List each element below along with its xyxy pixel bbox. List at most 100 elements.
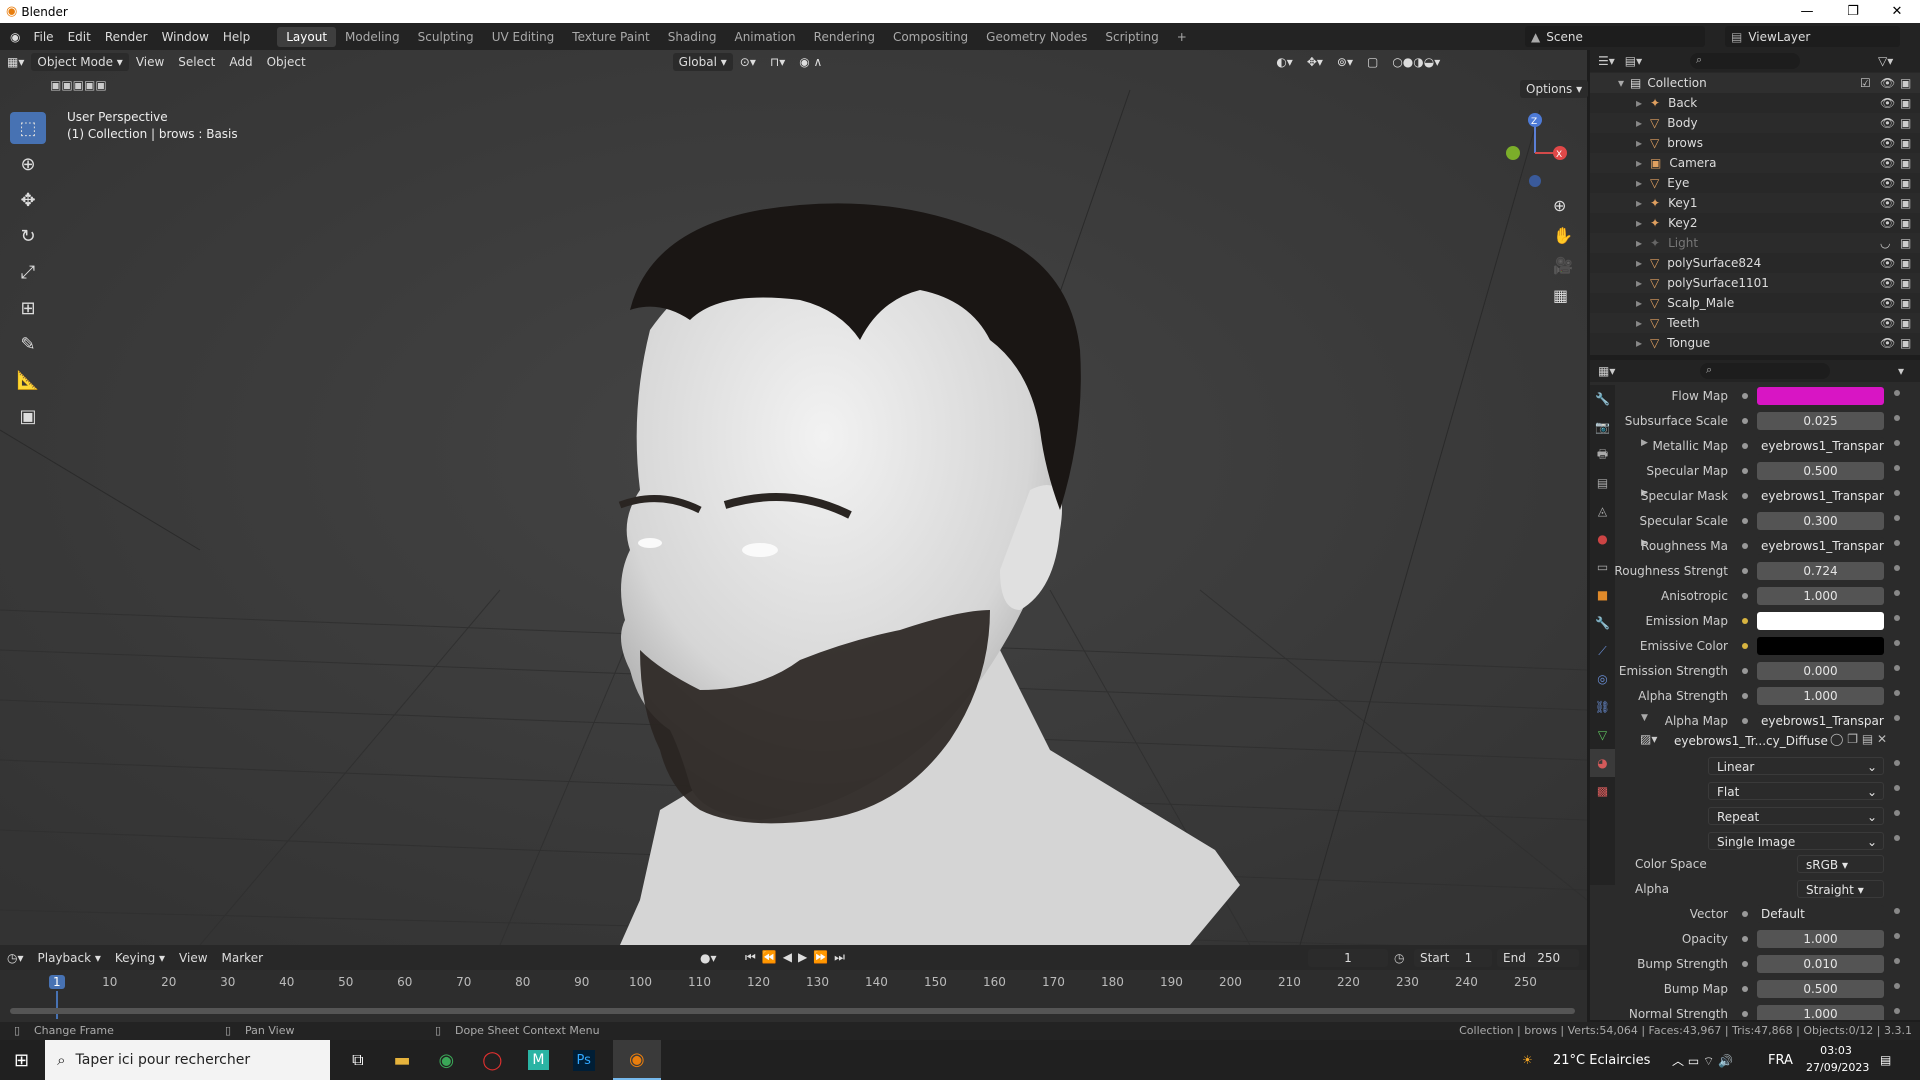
output-tab-icon[interactable]: 🖶 xyxy=(1590,441,1615,469)
eye-icon[interactable]: 👁 xyxy=(1880,156,1895,170)
tab-animation[interactable]: Animation xyxy=(725,27,804,47)
camera-view-icon[interactable]: 🎥 xyxy=(1553,256,1573,275)
keyframe-dot-icon[interactable] xyxy=(1894,540,1900,546)
editor-type-icon[interactable]: ▦▾ xyxy=(0,55,31,69)
eye-icon[interactable]: 👁 xyxy=(1880,216,1895,230)
eye-icon[interactable]: 👁 xyxy=(1880,256,1895,270)
render-camera-icon[interactable]: ▣ xyxy=(1900,176,1911,190)
image-actions-icon[interactable]: ◯ ❐ ▤ ✕ xyxy=(1830,732,1887,746)
outliner-item-body[interactable]: ▸ ▽ Body 👁 ▣ xyxy=(1590,113,1920,133)
outliner-item-back[interactable]: ▸ ✦ Back 👁 ▣ xyxy=(1590,93,1920,113)
socket-dot-icon[interactable] xyxy=(1742,911,1748,917)
maya-icon[interactable]: M xyxy=(528,1050,549,1070)
render-camera-icon[interactable]: ▣ xyxy=(1900,76,1911,90)
socket-dot-icon[interactable] xyxy=(1742,393,1748,399)
keyframe-dot-icon[interactable] xyxy=(1894,690,1900,696)
expand-arrow-icon[interactable]: ▸ xyxy=(1636,216,1642,230)
eye-icon[interactable]: 👁 xyxy=(1880,336,1895,350)
expand-arrow-icon[interactable]: ▸ xyxy=(1636,256,1642,270)
clock-time[interactable]: 03:03 xyxy=(1806,1044,1866,1057)
keyframe-dot-icon[interactable] xyxy=(1894,933,1900,939)
render-camera-icon[interactable]: ▣ xyxy=(1900,216,1911,230)
ortho-grid-icon[interactable]: ▦ xyxy=(1553,286,1568,305)
texture-tab-icon[interactable]: ▩ xyxy=(1590,777,1615,805)
numeric-field[interactable]: 0.000 xyxy=(1757,662,1884,680)
image-name-field[interactable]: eyebrows1_Tr...cy_Diffuse.png xyxy=(1670,732,1828,750)
task-view-icon[interactable]: ⧉ xyxy=(352,1050,363,1070)
scene-tab-icon[interactable]: ◬ xyxy=(1590,497,1615,525)
outliner-item-camera[interactable]: ▸ ▣ Camera 👁 ▣ xyxy=(1590,153,1920,173)
keyframe-dot-icon[interactable] xyxy=(1894,490,1900,496)
numeric-field[interactable]: 1.000 xyxy=(1757,587,1884,605)
expand-arrow-icon[interactable]: ▸ xyxy=(1636,236,1642,250)
pan-hand-icon[interactable]: ✋ xyxy=(1553,226,1573,245)
collection-tab-icon[interactable]: ▭ xyxy=(1590,553,1615,581)
numeric-field[interactable]: 0.010 xyxy=(1757,955,1884,973)
socket-dot-icon[interactable] xyxy=(1742,468,1748,474)
keyframe-dot-icon[interactable] xyxy=(1894,415,1900,421)
texture-field[interactable]: eyebrows1_Transparen... xyxy=(1757,537,1884,555)
tab-rendering[interactable]: Rendering xyxy=(805,27,884,47)
texture-field[interactable]: eyebrows1_Transparen... xyxy=(1757,712,1884,730)
options-button[interactable]: Options ▾ xyxy=(1520,80,1589,98)
socket-dot-icon[interactable] xyxy=(1742,618,1748,624)
keyframe-dot-icon[interactable] xyxy=(1894,440,1900,446)
keyframe-dot-icon[interactable] xyxy=(1894,615,1900,621)
socket-dot-icon[interactable] xyxy=(1742,418,1748,424)
image-browse-icon[interactable]: ▨▾ xyxy=(1640,732,1657,746)
socket-dot-icon[interactable] xyxy=(1742,443,1748,449)
socket-dot-icon[interactable] xyxy=(1742,1011,1748,1017)
expand-arrow-icon[interactable]: ▸ xyxy=(1636,296,1642,310)
clock-date[interactable]: 27/09/2023 xyxy=(1806,1061,1869,1074)
pivot-icon[interactable]: ⊙▾ xyxy=(733,55,763,69)
timeline-menu-keying[interactable]: Keying ▾ xyxy=(108,951,172,965)
add-cube-tool-icon[interactable]: ▣ xyxy=(10,400,46,432)
tab-texture-paint[interactable]: Texture Paint xyxy=(563,27,658,47)
file-explorer-icon[interactable]: ▬ xyxy=(394,1050,411,1071)
image-option-dropdown[interactable]: Linear ⌄ xyxy=(1708,757,1884,775)
tab-shading[interactable]: Shading xyxy=(659,27,726,47)
expand-arrow-icon[interactable]: ▸ xyxy=(1636,136,1642,150)
outliner-item-eye[interactable]: ▸ ▽ Eye 👁 ▣ xyxy=(1590,173,1920,193)
outliner-item-key1[interactable]: ▸ ✦ Key1 👁 ▣ xyxy=(1590,193,1920,213)
eye-icon[interactable]: 👁 xyxy=(1880,296,1895,310)
socket-dot-icon[interactable] xyxy=(1742,493,1748,499)
end-frame-field[interactable]: End 250 xyxy=(1497,948,1579,967)
add-workspace-button[interactable]: + xyxy=(1168,27,1196,47)
tab-layout[interactable]: Layout xyxy=(277,26,337,47)
keyframe-dot-icon[interactable] xyxy=(1894,590,1900,596)
maximize-button[interactable]: ❐ xyxy=(1830,0,1876,23)
properties-editor-icon[interactable]: ▦▾ xyxy=(1598,364,1615,378)
keyframe-dot-icon[interactable] xyxy=(1894,565,1900,571)
viewport-menu-object[interactable]: Object xyxy=(260,55,313,69)
outliner-item-scalp_male[interactable]: ▸ ▽ Scalp_Male 👁 ▣ xyxy=(1590,293,1920,313)
tab-geometry-nodes[interactable]: Geometry Nodes xyxy=(977,27,1096,47)
render-camera-icon[interactable]: ▣ xyxy=(1900,136,1911,150)
filter-icon[interactable]: ▽▾ xyxy=(1878,54,1893,68)
timeline-menu-marker[interactable]: Marker xyxy=(215,951,270,965)
eye-icon[interactable]: 👁 xyxy=(1880,76,1895,90)
expand-arrow-icon[interactable]: ▸ xyxy=(1636,316,1642,330)
socket-dot-icon[interactable] xyxy=(1742,718,1748,724)
start-frame-field[interactable]: Start 1 xyxy=(1414,948,1492,967)
playhead-line[interactable] xyxy=(56,991,58,1019)
menu-file[interactable]: File xyxy=(26,30,60,44)
viewport-menu-select[interactable]: Select xyxy=(171,55,222,69)
viewlayer-selector[interactable]: ▤ ViewLayer xyxy=(1725,26,1900,47)
socket-dot-icon[interactable] xyxy=(1742,961,1748,967)
numeric-field[interactable]: 1.000 xyxy=(1757,1005,1884,1020)
notification-icon[interactable]: ▤ xyxy=(1880,1053,1891,1067)
expand-arrow-icon[interactable]: ▸ xyxy=(1636,336,1642,350)
numeric-field[interactable]: 1.000 xyxy=(1757,687,1884,705)
mode-selector[interactable]: Object Mode ▾ xyxy=(31,53,129,71)
numeric-field[interactable]: 0.025 xyxy=(1757,412,1884,430)
outliner-editor-icon[interactable]: ☰▾ xyxy=(1598,54,1615,68)
render-camera-icon[interactable]: ▣ xyxy=(1900,96,1911,110)
collapse-arrow-icon[interactable]: ▼ xyxy=(1641,713,1648,723)
menu-edit[interactable]: Edit xyxy=(61,30,98,44)
tool-tab-icon[interactable]: 🔧 xyxy=(1590,385,1615,413)
world-tab-icon[interactable]: ● xyxy=(1590,525,1615,553)
outliner-item-brows[interactable]: ▸ ▽ brows 👁 ▣ xyxy=(1590,133,1920,153)
eye-icon[interactable]: ◡ xyxy=(1880,236,1890,250)
socket-dot-icon[interactable] xyxy=(1742,936,1748,942)
